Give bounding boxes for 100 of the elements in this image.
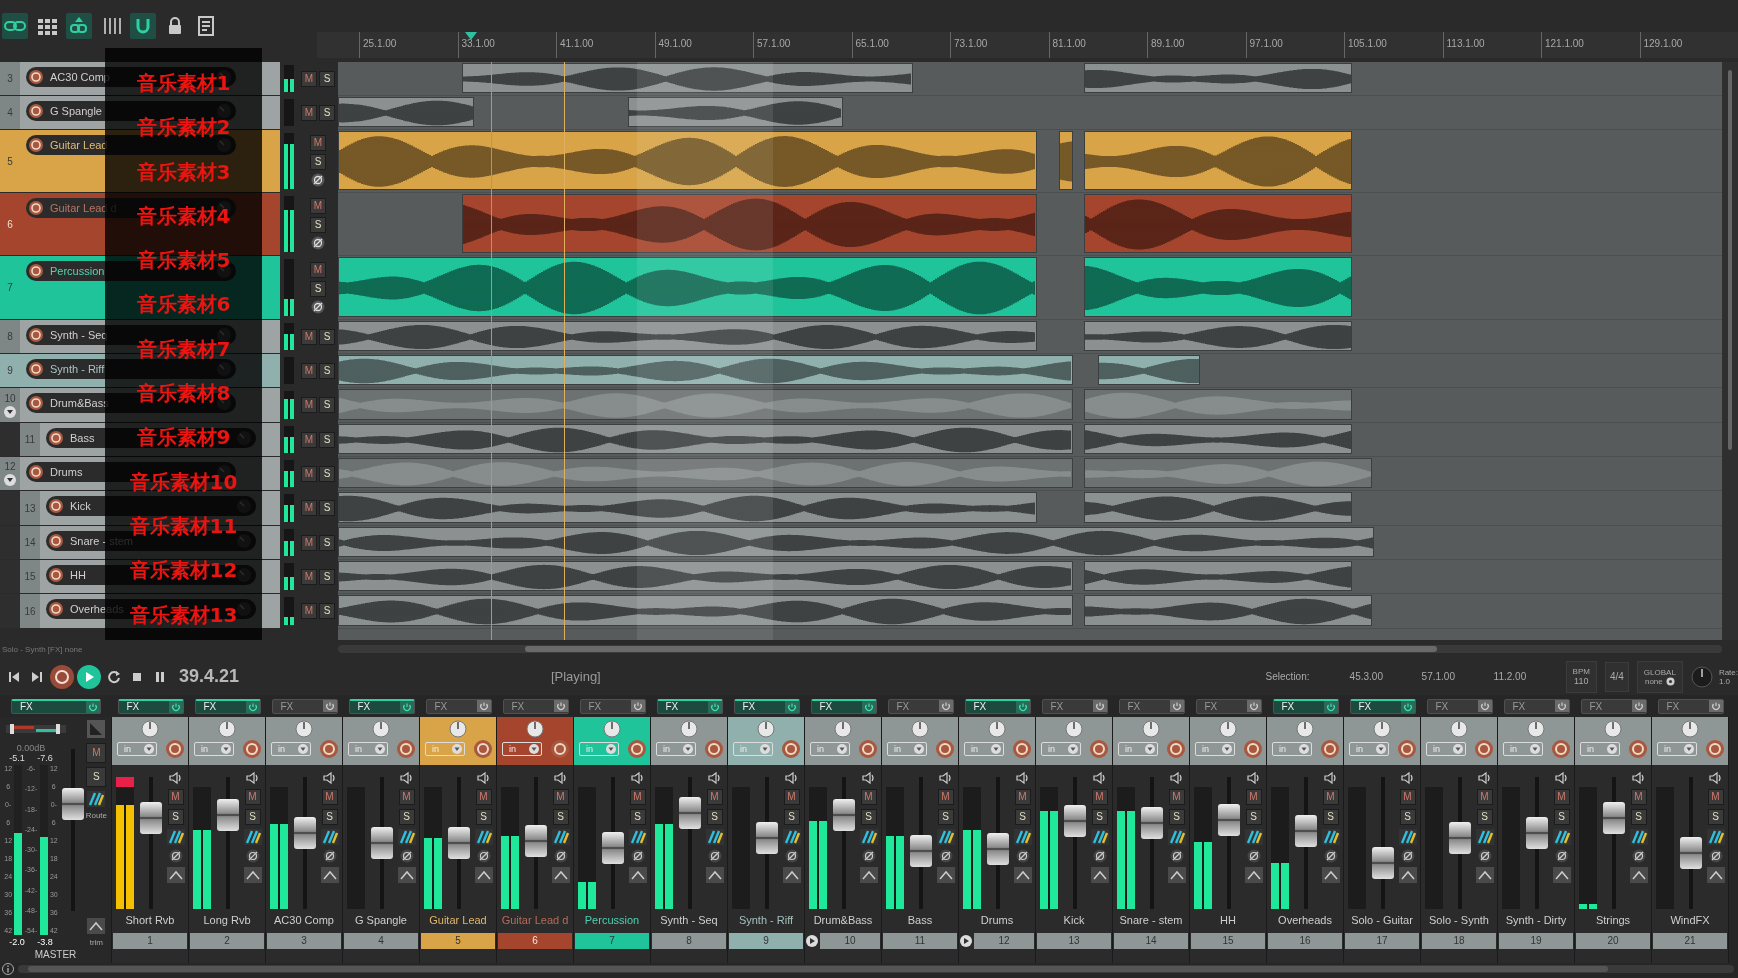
power-icon[interactable] xyxy=(1015,700,1030,713)
mute-button[interactable]: M xyxy=(310,261,326,278)
mute-button[interactable]: M xyxy=(1322,789,1339,805)
phase-icon[interactable] xyxy=(311,299,325,314)
fader-thumb[interactable] xyxy=(294,817,316,849)
solo-button[interactable]: S xyxy=(319,568,335,585)
mute-button[interactable]: M xyxy=(1476,789,1493,805)
fader-thumb[interactable] xyxy=(217,799,239,831)
audio-clip[interactable] xyxy=(1084,257,1352,317)
mute-button[interactable]: M xyxy=(244,789,261,805)
fx-button[interactable]: FX xyxy=(733,698,800,714)
power-icon[interactable] xyxy=(1477,700,1492,712)
record-arm-icon[interactable] xyxy=(48,498,64,514)
record-arm-button[interactable] xyxy=(1551,739,1571,759)
speaker-icon[interactable] xyxy=(1245,771,1262,785)
solo-button[interactable]: S xyxy=(319,328,335,345)
solo-button[interactable]: S xyxy=(552,809,569,825)
mute-button[interactable]: M xyxy=(552,789,569,805)
audio-clip[interactable] xyxy=(1059,131,1073,190)
route-icon[interactable] xyxy=(1398,829,1417,845)
speaker-icon[interactable] xyxy=(1322,771,1339,785)
solo-button[interactable]: S xyxy=(310,154,326,170)
envelope-icon[interactable] xyxy=(166,867,185,883)
record-arm-button[interactable] xyxy=(1243,739,1263,759)
power-icon[interactable] xyxy=(707,700,722,713)
mute-button[interactable]: M xyxy=(301,500,317,516)
record-arm-icon[interactable] xyxy=(48,533,64,549)
fader-thumb[interactable] xyxy=(1372,847,1394,879)
speaker-icon[interactable] xyxy=(167,771,184,785)
solo-button[interactable]: S xyxy=(1553,809,1570,825)
input-dropdown[interactable]: in xyxy=(1657,742,1697,756)
audio-clip[interactable] xyxy=(338,321,1037,351)
audio-clip[interactable] xyxy=(338,389,1073,420)
fader-thumb[interactable] xyxy=(910,835,932,867)
power-icon[interactable] xyxy=(938,700,953,712)
route-icon[interactable] xyxy=(1475,829,1494,845)
solo-button[interactable]: S xyxy=(398,809,415,825)
timeline-ruler[interactable]: 25.1.00 33.1.00 41.1.00 49.1.00 57.1.00 65.1.00 73.1.00 81.1.00 89.1.00 97.1.00 105.1.00 113.1.00 121.1.00 129.1.00 xyxy=(317,32,1738,58)
input-dropdown[interactable]: in xyxy=(1118,742,1158,756)
mute-button[interactable]: M xyxy=(937,789,954,805)
phase-icon[interactable] xyxy=(1169,849,1184,863)
power-icon[interactable] xyxy=(168,700,183,713)
mute-button[interactable]: M xyxy=(301,465,317,482)
knob-icon[interactable] xyxy=(526,720,544,738)
knob-icon[interactable] xyxy=(911,720,929,738)
solo-button[interactable]: S xyxy=(319,104,335,121)
fader-thumb[interactable] xyxy=(1449,822,1471,854)
mute-button[interactable]: M xyxy=(1630,789,1647,805)
record-arm-button[interactable] xyxy=(242,739,262,759)
mute-button[interactable]: M xyxy=(301,362,317,379)
mute-button[interactable]: M xyxy=(1553,789,1570,805)
record-arm-icon[interactable] xyxy=(28,137,44,153)
mute-button[interactable]: M xyxy=(321,789,338,805)
knob-icon[interactable] xyxy=(1065,720,1083,738)
loop-button[interactable] xyxy=(130,13,156,39)
mute-button[interactable]: M xyxy=(310,135,326,151)
power-icon[interactable] xyxy=(553,700,568,712)
audio-clip[interactable] xyxy=(1084,595,1372,626)
power-icon[interactable] xyxy=(86,700,100,713)
record-arm-button[interactable] xyxy=(1628,739,1648,759)
rate-knob-icon[interactable] xyxy=(1690,665,1713,688)
knob-icon[interactable] xyxy=(218,720,236,738)
mute-button[interactable]: M xyxy=(1399,789,1416,805)
input-dropdown[interactable]: in xyxy=(502,742,542,756)
solo-button[interactable]: S xyxy=(319,362,335,379)
record-arm-icon[interactable] xyxy=(28,69,44,85)
input-dropdown[interactable]: in xyxy=(656,742,696,756)
solo-button[interactable]: S xyxy=(319,465,335,482)
knob-icon[interactable] xyxy=(141,720,159,738)
route-icon[interactable] xyxy=(1167,829,1186,845)
envelope-icon[interactable] xyxy=(1475,867,1494,883)
fx-button[interactable]: FX xyxy=(425,698,492,714)
fx-button[interactable]: FX xyxy=(1657,698,1724,714)
power-icon[interactable] xyxy=(399,700,414,713)
phase-icon[interactable] xyxy=(1323,849,1338,863)
route-icon[interactable] xyxy=(87,791,106,807)
route-icon[interactable] xyxy=(166,829,185,845)
envelope-icon[interactable] xyxy=(551,867,570,883)
power-icon[interactable] xyxy=(1631,700,1646,712)
phase-icon[interactable] xyxy=(938,849,953,863)
mute-button[interactable]: M xyxy=(629,789,646,805)
record-arm-button[interactable] xyxy=(781,739,801,759)
fader-thumb[interactable] xyxy=(1526,817,1548,849)
phase-icon[interactable] xyxy=(1015,849,1030,863)
route-icon[interactable] xyxy=(320,829,339,845)
envelope-icon[interactable] xyxy=(397,867,416,883)
fader-thumb[interactable] xyxy=(833,799,855,831)
knob-icon[interactable] xyxy=(1527,720,1545,738)
fader-thumb[interactable] xyxy=(1680,837,1702,869)
speaker-icon[interactable] xyxy=(1091,771,1108,785)
knob-icon[interactable] xyxy=(1219,720,1237,738)
phase-icon[interactable] xyxy=(630,849,645,863)
record-arm-button[interactable] xyxy=(1012,739,1032,759)
mute-button[interactable]: M xyxy=(301,328,317,345)
speaker-icon[interactable] xyxy=(552,771,569,785)
phase-icon[interactable] xyxy=(311,236,325,250)
phase-icon[interactable] xyxy=(399,849,414,863)
fader-thumb[interactable] xyxy=(1603,802,1625,834)
solo-button[interactable]: S xyxy=(1707,809,1724,825)
audio-clip[interactable] xyxy=(1084,194,1352,253)
